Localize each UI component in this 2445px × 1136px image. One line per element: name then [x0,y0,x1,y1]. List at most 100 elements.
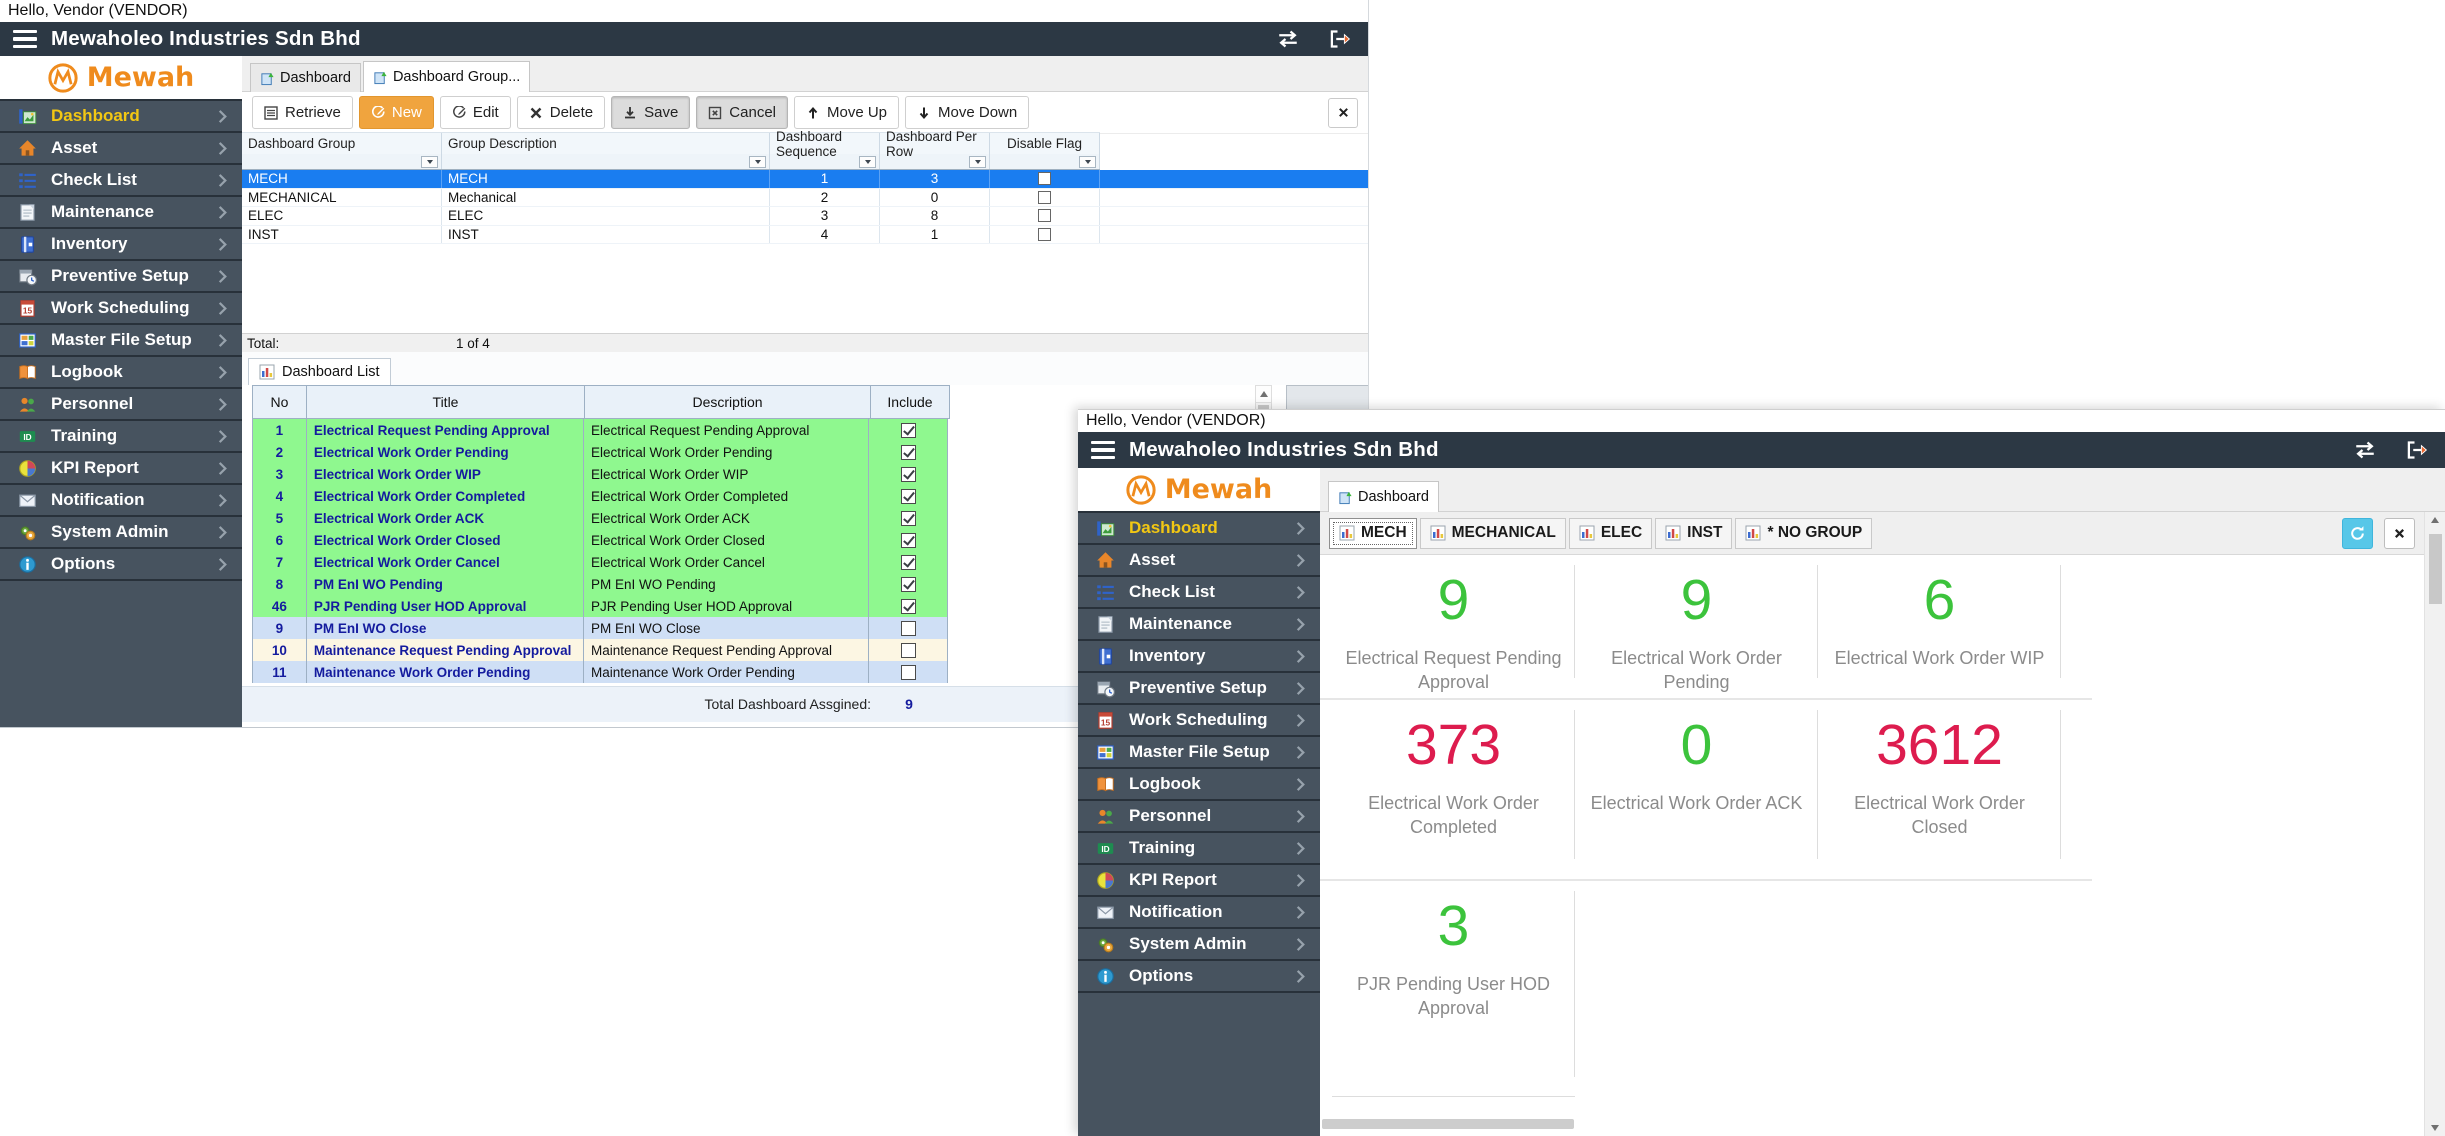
sidebar-item-system-admin[interactable]: System Admin [1078,929,1320,961]
kpi-card-electrical-work-order-closed[interactable]: 3612Electrical Work Order Closed [1818,700,2061,879]
save-button[interactable]: Save [611,96,690,129]
sidebar-item-inventory[interactable]: Inventory [1078,641,1320,673]
dashboard-scrollbar[interactable] [2424,512,2445,1136]
delete-button[interactable]: Delete [517,96,605,129]
sidebar-item-logbook[interactable]: Logbook [1078,769,1320,801]
sidebar-item-kpi-report[interactable]: KPI Report [1078,865,1320,897]
kpi-card-electrical-work-order-completed[interactable]: 373Electrical Work Order Completed [1332,700,1575,879]
group-row-inst[interactable]: INSTINST41 [242,226,1368,245]
tab-dashboard[interactable]: Dashboard [1328,481,1439,512]
menu-icon[interactable] [1091,441,1115,460]
column-header-dashboard-per-row[interactable]: Dashboard Per Row [880,133,990,154]
sidebar-item-check-list[interactable]: Check List [0,165,242,197]
include-checkbox[interactable] [901,489,916,504]
include-checkbox[interactable] [901,533,916,548]
cancel-button[interactable]: Cancel [696,96,788,129]
dashboard-list-row[interactable]: 4Electrical Work Order CompletedElectric… [253,485,947,507]
filter-dropdown-button[interactable] [421,156,438,168]
scroll-up-icon[interactable] [2425,517,2445,523]
group-row-mech[interactable]: MECHMECH13 [242,170,1368,189]
kpi-card-electrical-work-order-ack[interactable]: 0Electrical Work Order ACK [1575,700,1818,879]
new-button[interactable]: New [359,96,434,129]
group-tab-mech[interactable]: MECH [1329,518,1417,549]
logout-icon[interactable] [1325,29,1355,49]
menu-icon[interactable] [13,30,37,49]
scroll-down-icon[interactable] [2425,1125,2445,1131]
sidebar-item-asset[interactable]: Asset [1078,545,1320,577]
sidebar-item-training[interactable]: IDTraining [1078,833,1320,865]
dashboard-list-row[interactable]: 7Electrical Work Order CancelElectrical … [253,551,947,573]
tab-dashboard[interactable]: Dashboard [250,63,361,92]
dashboard-list-row[interactable]: 9PM EnI WO ClosePM EnI WO Close [253,617,947,639]
sidebar-item-inventory[interactable]: Inventory [0,229,242,261]
tab-dashboard-list[interactable]: Dashboard List [248,358,391,385]
include-checkbox[interactable] [901,511,916,526]
close-panel-button[interactable] [1328,98,1358,128]
sidebar-item-options[interactable]: Options [1078,961,1320,993]
dashboard-list-row[interactable]: 1Electrical Request Pending ApprovalElec… [253,419,947,441]
edit-button[interactable]: Edit [440,96,511,129]
move-up-button[interactable]: Move Up [794,96,899,129]
move-down-button[interactable]: Move Down [905,96,1029,129]
include-checkbox[interactable] [901,577,916,592]
sidebar-item-personnel[interactable]: Personnel [1078,801,1320,833]
sidebar-item-maintenance[interactable]: Maintenance [0,197,242,229]
dashboard-list-row[interactable]: 3Electrical Work Order WIPElectrical Wor… [253,463,947,485]
include-checkbox[interactable] [901,467,916,482]
scroll-up-icon[interactable] [1256,386,1271,403]
dashboard-list-row[interactable]: 10Maintenance Request Pending ApprovalMa… [253,639,947,661]
group-tab-no-group[interactable]: * NO GROUP [1735,518,1872,549]
disable-flag-checkbox[interactable] [1038,228,1051,241]
include-checkbox[interactable] [901,423,916,438]
tab-dashboard-group[interactable]: Dashboard Group... [363,61,530,92]
sidebar-item-notification[interactable]: Notification [1078,897,1320,929]
switch-user-icon[interactable] [2350,440,2380,460]
dashboard-list-row[interactable]: 8PM EnI WO PendingPM EnI WO Pending [253,573,947,595]
kpi-card-electrical-work-order-pending[interactable]: 9Electrical Work Order Pending [1575,555,1818,698]
refresh-button[interactable] [2342,518,2373,549]
dashboard-list-row[interactable]: 46PJR Pending User HOD ApprovalPJR Pendi… [253,595,947,617]
disable-flag-checkbox[interactable] [1038,191,1051,204]
kpi-card-electrical-request-pending-approval[interactable]: 9Electrical Request Pending Approval [1332,555,1575,698]
include-checkbox[interactable] [901,665,916,680]
sidebar-item-training[interactable]: IDTraining [0,421,242,453]
sidebar-item-master-file-setup[interactable]: Master File Setup [1078,737,1320,769]
group-row-mechanical[interactable]: MECHANICALMechanical20 [242,189,1368,208]
filter-dropdown-button[interactable] [969,156,986,168]
include-checkbox[interactable] [901,555,916,570]
column-header-dashboard-group[interactable]: Dashboard Group [242,133,442,154]
sidebar-item-work-scheduling[interactable]: 15Work Scheduling [0,293,242,325]
sidebar-item-options[interactable]: Options [0,549,242,581]
include-checkbox[interactable] [901,599,916,614]
switch-user-icon[interactable] [1273,29,1303,49]
retrieve-button[interactable]: Retrieve [252,96,353,129]
horizontal-scrollbar-thumb[interactable] [1322,1119,1574,1129]
column-header-disable-flag[interactable]: Disable Flag [990,133,1100,154]
disable-flag-checkbox[interactable] [1038,209,1051,222]
sidebar-item-check-list[interactable]: Check List [1078,577,1320,609]
filter-dropdown-button[interactable] [1079,156,1096,168]
sidebar-item-logbook[interactable]: Logbook [0,357,242,389]
column-header-group-description[interactable]: Group Description [442,133,770,154]
column-header-dashboard-sequence[interactable]: Dashboard Sequence [770,133,880,154]
list-column-header-no[interactable]: No [253,386,307,418]
list-column-header-include[interactable]: Include [871,386,949,418]
dashboard-list-row[interactable]: 11Maintenance Work Order PendingMaintena… [253,661,947,683]
kpi-card-electrical-work-order-wip[interactable]: 6Electrical Work Order WIP [1818,555,2061,698]
sidebar-item-kpi-report[interactable]: KPI Report [0,453,242,485]
close-dashboard-button[interactable] [2384,518,2415,549]
sidebar-item-master-file-setup[interactable]: Master File Setup [0,325,242,357]
group-row-elec[interactable]: ELECELEC38 [242,207,1368,226]
sidebar-item-asset[interactable]: Asset [0,133,242,165]
group-tab-inst[interactable]: INST [1655,518,1732,549]
include-checkbox[interactable] [901,621,916,636]
dashboard-list-row[interactable]: 5Electrical Work Order ACKElectrical Wor… [253,507,947,529]
group-tab-mechanical[interactable]: MECHANICAL [1420,518,1566,549]
sidebar-item-preventive-setup[interactable]: Preventive Setup [0,261,242,293]
sidebar-item-preventive-setup[interactable]: Preventive Setup [1078,673,1320,705]
disable-flag-checkbox[interactable] [1038,172,1051,185]
sidebar-item-dashboard[interactable]: Dashboard [0,101,242,133]
logout-icon[interactable] [2402,440,2432,460]
sidebar-item-dashboard[interactable]: Dashboard [1078,513,1320,545]
sidebar-item-maintenance[interactable]: Maintenance [1078,609,1320,641]
